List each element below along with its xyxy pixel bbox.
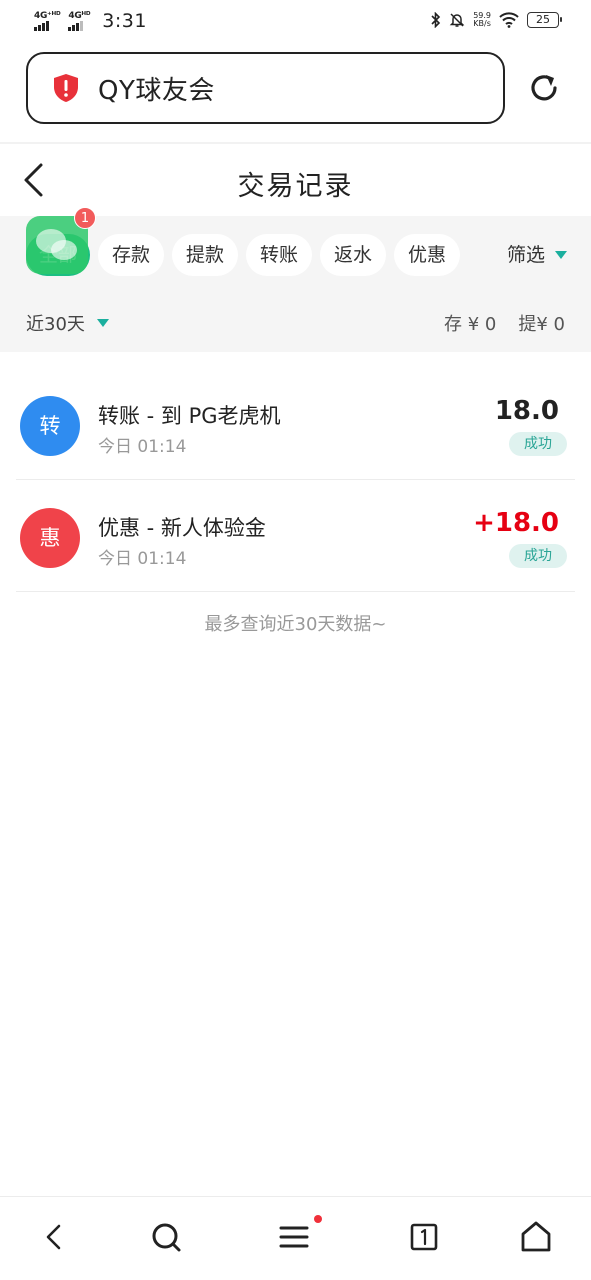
transaction-row[interactable]: 惠 优惠 - 新人体验金 今日 01:14 +18.0 成功 <box>16 480 575 592</box>
nav-back-icon[interactable] <box>34 1217 74 1257</box>
status-badge: 成功 <box>509 544 567 568</box>
network-speed: 59.9 KB/s <box>473 12 491 28</box>
battery-indicator: 25 <box>527 12 562 28</box>
deposit-total: 存 ¥ 0 <box>444 314 497 335</box>
transaction-amount: 18.0 <box>494 396 559 426</box>
mute-bell-icon <box>449 13 465 27</box>
status-bar: 4G⁺ᴴᴰ 4Gᴴᴰ 3:31 59.9 KB/s 25 <box>0 0 591 44</box>
signal-bars-icon <box>34 21 49 31</box>
status-right: 59.9 KB/s 25 <box>431 12 562 28</box>
bottom-navigation <box>0 1196 591 1280</box>
dropdown-triangle-icon <box>555 251 567 259</box>
filter-panel: 全部 1 存款 提款 转账 返水 优惠 筛选 近30天 存 ¥ 0 提¥ 0 <box>0 207 591 352</box>
transaction-time: 今日 01:14 <box>98 549 187 569</box>
transaction-time: 今日 01:14 <box>98 437 187 457</box>
page-header: 交易记录 <box>0 146 591 216</box>
transaction-title: 转账 - 到 PG老虎机 <box>98 404 281 428</box>
transaction-title: 优惠 - 新人体验金 <box>98 516 266 540</box>
filter-label: 筛选 <box>506 244 545 266</box>
tabs-icon[interactable] <box>404 1217 444 1257</box>
security-shield-icon <box>54 74 78 102</box>
period-selector[interactable]: 近30天 <box>26 310 109 336</box>
page-title: 交易记录 <box>237 171 354 202</box>
search-icon[interactable] <box>146 1217 186 1257</box>
transaction-type-icon: 转 <box>20 396 80 456</box>
network-label-1: 4G⁺ᴴᴰ <box>34 11 61 21</box>
chip-rebate[interactable]: 返水 <box>320 234 386 276</box>
clock: 3:31 <box>102 10 147 32</box>
chip-promotion[interactable]: 优惠 <box>394 234 460 276</box>
transaction-amount: +18.0 <box>473 508 559 538</box>
address-bar[interactable]: QY球友会 <box>26 52 505 124</box>
address-title: QY球友会 <box>98 75 215 106</box>
chip-withdraw[interactable]: 提款 <box>172 234 238 276</box>
status-badge: 成功 <box>509 432 567 456</box>
query-limit-note: 最多查询近30天数据~ <box>204 614 387 635</box>
status-left: 4G⁺ᴴᴰ 4Gᴴᴰ 3:31 <box>34 10 147 32</box>
wifi-icon <box>499 12 519 28</box>
notification-badge: 1 <box>74 207 96 229</box>
signal-1: 4G⁺ᴴᴰ <box>34 11 61 31</box>
speed-unit: KB/s <box>473 19 491 28</box>
network-label-2: 4Gᴴᴰ <box>68 11 91 21</box>
signal-bars-icon <box>68 21 84 31</box>
notification-dot <box>314 1215 322 1223</box>
chip-deposit[interactable]: 存款 <box>98 234 164 276</box>
home-icon[interactable] <box>516 1217 556 1257</box>
summary: 存 ¥ 0 提¥ 0 <box>444 310 565 336</box>
dropdown-triangle-icon <box>96 319 109 327</box>
bluetooth-icon <box>431 12 441 28</box>
transaction-row[interactable]: 转 转账 - 到 PG老虎机 今日 01:14 18.0 成功 <box>16 368 575 480</box>
menu-icon[interactable] <box>274 1217 314 1257</box>
period-label: 近30天 <box>26 314 85 335</box>
chip-transfer[interactable]: 转账 <box>246 234 312 276</box>
refresh-icon[interactable] <box>526 70 562 106</box>
withdraw-total: 提¥ 0 <box>518 314 565 335</box>
transaction-type-icon: 惠 <box>20 508 80 568</box>
divider <box>0 142 591 144</box>
filter-dropdown[interactable]: 筛选 <box>507 234 567 276</box>
signal-2: 4Gᴴᴰ <box>68 11 91 31</box>
